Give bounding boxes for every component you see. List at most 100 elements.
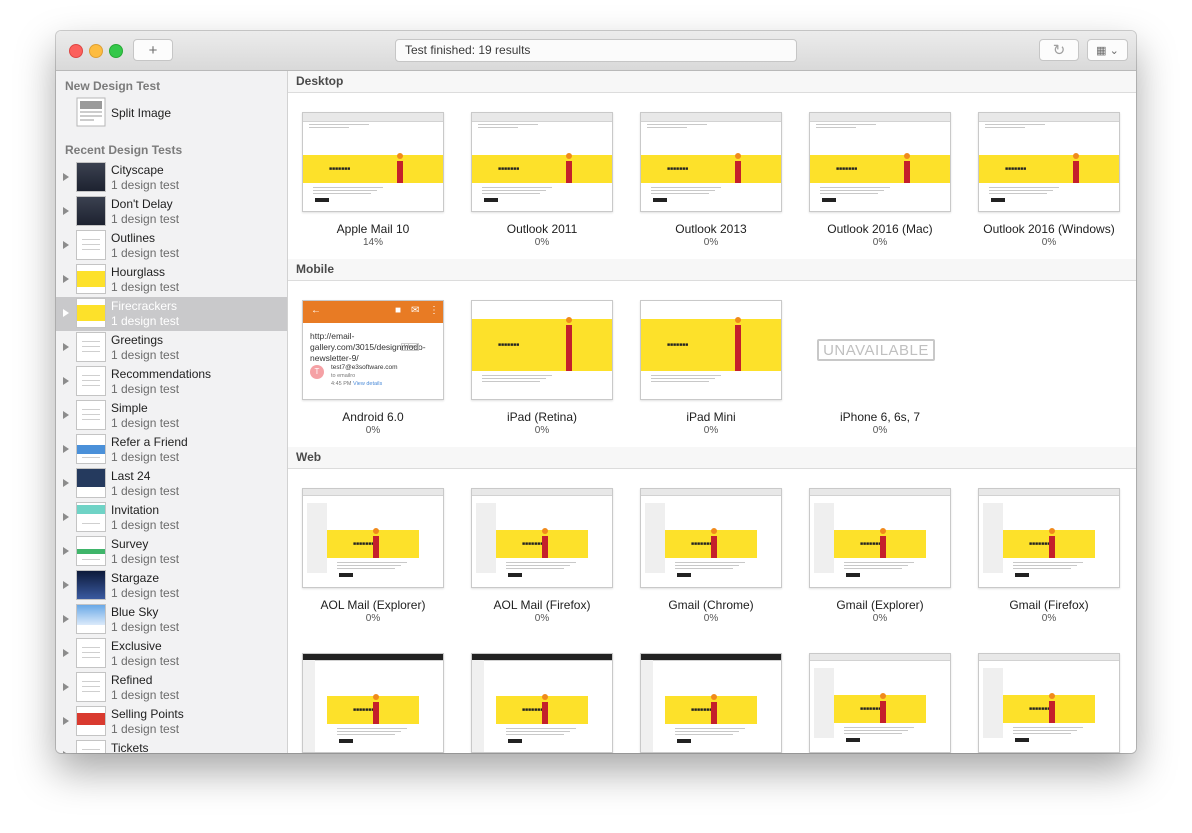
recent-test-item[interactable]: Blue Sky 1 design test <box>56 603 287 637</box>
test-thumbnail <box>76 638 106 668</box>
minimize-window-button[interactable] <box>89 44 103 58</box>
zoom-window-button[interactable] <box>109 44 123 58</box>
diff-percentage: 0% <box>872 425 888 436</box>
diff-percentage: 0% <box>872 613 888 624</box>
recent-test-item[interactable]: Greetings 1 design test <box>56 331 287 365</box>
recent-test-item[interactable]: Stargaze 1 design test <box>56 569 287 603</box>
test-thumbnail <box>76 162 106 192</box>
result-tile[interactable]: ■■■■■■■ Outlook 2011 0% <box>471 112 613 252</box>
email-screenshot[interactable]: ■■■■■■■ <box>302 488 444 588</box>
recent-test-item[interactable]: Refer a Friend 1 design test <box>56 433 287 467</box>
close-window-button[interactable] <box>69 44 83 58</box>
result-tile[interactable]: ■■■■■■■ Outlook 2013 0% <box>640 112 782 252</box>
refresh-button[interactable]: ↻ <box>1039 39 1079 61</box>
email-screenshot[interactable]: ■■■■■■■ <box>809 112 951 212</box>
recent-test-item[interactable]: Firecrackers 1 design test <box>56 297 287 331</box>
disclosure-triangle-icon[interactable] <box>63 479 69 487</box>
client-name: Gmail (Firefox) <box>1009 598 1089 612</box>
back-arrow-icon: ← <box>311 305 321 316</box>
disclosure-triangle-icon[interactable] <box>63 207 69 215</box>
disclosure-triangle-icon[interactable] <box>63 547 69 555</box>
test-thumbnail <box>76 434 106 464</box>
section-web-heading: Web <box>288 447 1136 469</box>
diff-percentage: 14% <box>362 237 383 248</box>
test-name: Refer a Friend <box>111 435 188 449</box>
inbox-badge: Inbox <box>401 343 420 351</box>
recent-test-item[interactable]: Outlines 1 design test <box>56 229 287 263</box>
disclosure-triangle-icon[interactable] <box>63 275 69 283</box>
unavailable-placeholder: UNAVAILABLE <box>809 300 951 400</box>
email-screenshot[interactable]: ■■■■■■■ <box>640 653 782 753</box>
disclosure-triangle-icon[interactable] <box>63 241 69 249</box>
recent-test-item[interactable]: Cityscape 1 design test <box>56 161 287 195</box>
result-tile[interactable]: ■■■■■■■ Gmail (Explorer) 0% <box>809 488 951 628</box>
email-screenshot[interactable]: ■■■■■■■ <box>809 653 951 753</box>
test-name: Don't Delay <box>111 197 173 211</box>
disclosure-triangle-icon[interactable] <box>63 615 69 623</box>
result-tile[interactable]: UNAVAILABLE iPhone 6, 6s, 7 0% <box>809 300 951 440</box>
recent-test-item[interactable]: Refined 1 design test <box>56 671 287 705</box>
recent-test-item[interactable]: Exclusive 1 design test <box>56 637 287 671</box>
recent-test-item[interactable]: Don't Delay 1 design test <box>56 195 287 229</box>
add-test-button[interactable]: + <box>133 39 173 61</box>
test-count: 1 design test <box>111 518 180 532</box>
result-tile[interactable]: ■■■■■■■ AOL Mail (Firefox) 0% <box>471 488 613 628</box>
result-tile[interactable]: ■■■■■■■ Outlook 2016 (Mac) 0% <box>809 112 951 252</box>
test-thumbnail <box>76 570 106 600</box>
disclosure-triangle-icon[interactable] <box>63 581 69 589</box>
email-screenshot[interactable]: ■■■■■■■ <box>471 112 613 212</box>
disclosure-triangle-icon[interactable] <box>63 343 69 351</box>
email-screenshot[interactable]: ■■■■■■■ <box>978 112 1120 212</box>
recent-test-item[interactable]: Last 24 1 design test <box>56 467 287 501</box>
email-screenshot[interactable]: ■■■■■■■ <box>809 488 951 588</box>
recent-test-item[interactable]: Hourglass 1 design test <box>56 263 287 297</box>
disclosure-triangle-icon[interactable] <box>63 411 69 419</box>
test-thumbnail <box>76 604 106 634</box>
email-screenshot[interactable]: ■■■■■■■ <box>302 112 444 212</box>
test-thumbnail <box>76 740 106 753</box>
recent-test-item[interactable]: Selling Points 1 design test <box>56 705 287 739</box>
test-count: 1 design test <box>111 382 180 396</box>
email-screenshot[interactable]: ■■■■■■■ <box>471 300 613 400</box>
split-image-item[interactable]: Split Image <box>56 95 287 131</box>
email-screenshot[interactable]: ■■■■■■■ <box>640 488 782 588</box>
result-tile[interactable]: ■■■■■■■ Outlook 2016 (Windows) 0% <box>978 112 1120 252</box>
recent-test-item[interactable]: Survey 1 design test <box>56 535 287 569</box>
client-name: iPhone 6, 6s, 7 <box>839 410 921 424</box>
disclosure-triangle-icon[interactable] <box>63 649 69 657</box>
disclosure-triangle-icon[interactable] <box>63 309 69 317</box>
result-tile[interactable]: ■■■■■■■ Gmail (Chrome) 0% <box>640 488 782 628</box>
disclosure-triangle-icon[interactable] <box>63 377 69 385</box>
disclosure-triangle-icon[interactable] <box>63 717 69 725</box>
email-screenshot[interactable]: ■■■■■■■ <box>471 653 613 753</box>
disclosure-triangle-icon[interactable] <box>63 173 69 181</box>
email-screenshot[interactable]: ■■■■■■■ <box>978 653 1120 753</box>
recent-test-item[interactable]: Simple 1 design test <box>56 399 287 433</box>
result-tile[interactable]: ← ■ ✉ ⋮ http://email-gallery.com/3015/design… <box>302 300 444 440</box>
recent-test-item[interactable]: Tickets1 design test <box>56 739 287 753</box>
view-mode-button[interactable]: ▦ ⌄ <box>1087 39 1128 61</box>
sidebar: New Design Test Split Image Recent Desig… <box>56 71 288 753</box>
result-tile[interactable]: ■■■■■■■ AOL Mail (Explorer) 0% <box>302 488 444 628</box>
section-desktop-heading: Desktop <box>288 71 1136 93</box>
trash-icon: ■ <box>395 305 402 316</box>
test-name: Last 24 <box>111 469 151 483</box>
recent-test-item[interactable]: Recommendations 1 design test <box>56 365 287 399</box>
recent-test-item[interactable]: Invitation 1 design test <box>56 501 287 535</box>
email-screenshot[interactable]: ■■■■■■■ <box>978 488 1120 588</box>
disclosure-triangle-icon[interactable] <box>63 513 69 521</box>
android-screenshot[interactable]: ← ■ ✉ ⋮ http://email-gallery.com/3015/design… <box>302 300 444 400</box>
email-screenshot[interactable]: ■■■■■■■ <box>640 300 782 400</box>
test-name: Tickets <box>111 741 149 753</box>
status-field: Test finished: 19 results <box>395 39 797 62</box>
result-tile[interactable]: ■■■■■■■ Apple Mail 10 14% <box>302 112 444 252</box>
result-tile[interactable]: ■■■■■■■ Gmail (Firefox) 0% <box>978 488 1120 628</box>
email-screenshot[interactable]: ■■■■■■■ <box>640 112 782 212</box>
email-screenshot[interactable]: ■■■■■■■ <box>302 653 444 753</box>
disclosure-triangle-icon[interactable] <box>63 445 69 453</box>
result-tile[interactable]: ■■■■■■■ iPad Mini 0% <box>640 300 782 440</box>
disclosure-triangle-icon[interactable] <box>63 683 69 691</box>
result-tile[interactable]: ■■■■■■■ iPad (Retina) 0% <box>471 300 613 440</box>
disclosure-triangle-icon[interactable] <box>63 751 69 753</box>
email-screenshot[interactable]: ■■■■■■■ <box>471 488 613 588</box>
